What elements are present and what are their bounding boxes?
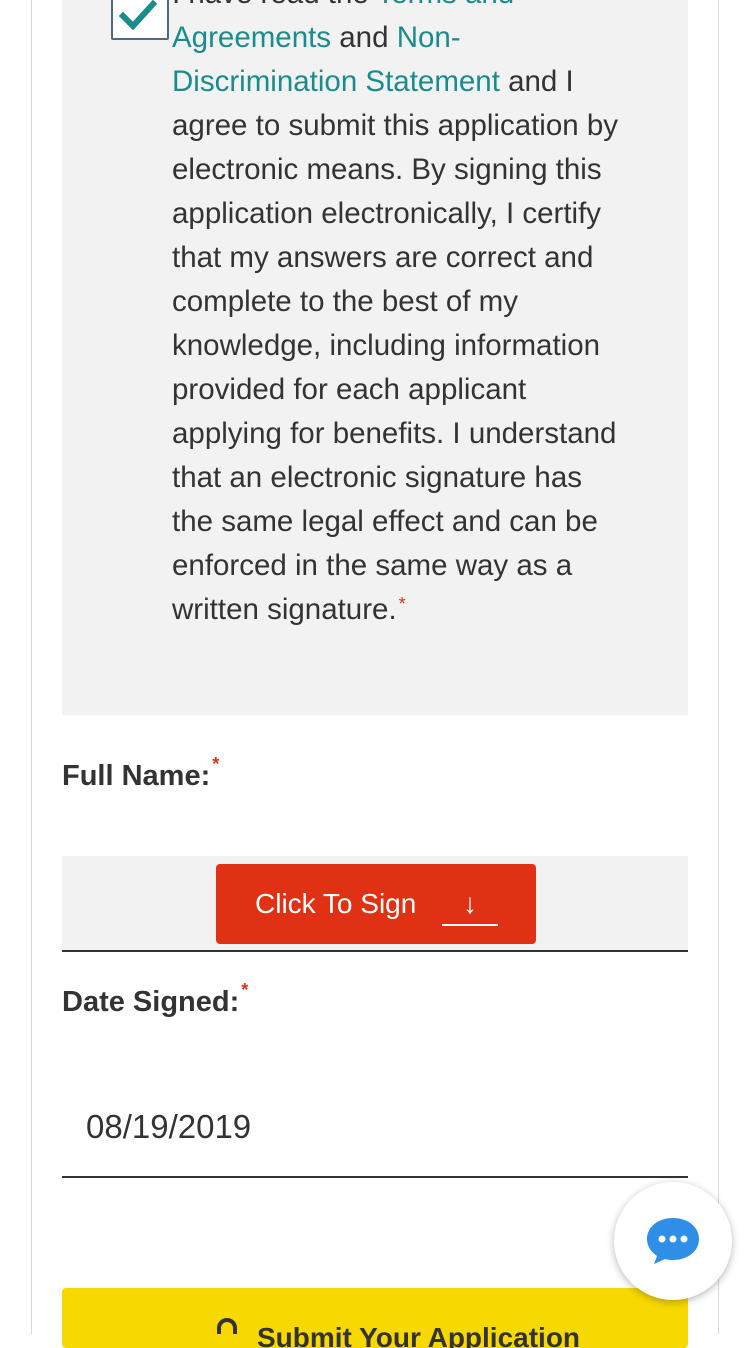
- consent-checkbox[interactable]: [111, 0, 169, 40]
- checkmark-icon: [119, 0, 158, 31]
- consent-statement: I have read the Terms and Agreements and…: [172, 0, 622, 632]
- full-name-label-text: Full Name:: [62, 760, 211, 792]
- arrow-down-icon: ↓: [442, 884, 498, 926]
- consent-text-and: and: [331, 21, 397, 54]
- click-to-sign-button[interactable]: Click To Sign ↓: [216, 864, 536, 944]
- chat-bubble-icon: [647, 1218, 699, 1264]
- sign-button-label: Click To Sign: [255, 888, 417, 919]
- full-name-label: Full Name: *: [62, 754, 219, 793]
- date-signed-value: 08/19/2019: [86, 1108, 252, 1145]
- date-signed-label-text: Date Signed:: [62, 986, 240, 1018]
- submit-application-button[interactable]: Submit Your Application: [62, 1288, 688, 1348]
- required-marker: *: [212, 754, 220, 774]
- consent-text-prefix: I have read the: [172, 0, 376, 10]
- required-marker: *: [398, 594, 406, 614]
- lock-icon: [217, 1318, 237, 1334]
- chat-button[interactable]: [614, 1182, 732, 1300]
- required-marker: *: [241, 980, 249, 1000]
- date-signed-label: Date Signed: *: [62, 980, 248, 1019]
- submit-button-label: Submit Your Application: [257, 1322, 581, 1348]
- date-signed-field[interactable]: 08/19/2019: [62, 1100, 688, 1178]
- consent-text-body: and I agree to submit this application b…: [172, 65, 619, 626]
